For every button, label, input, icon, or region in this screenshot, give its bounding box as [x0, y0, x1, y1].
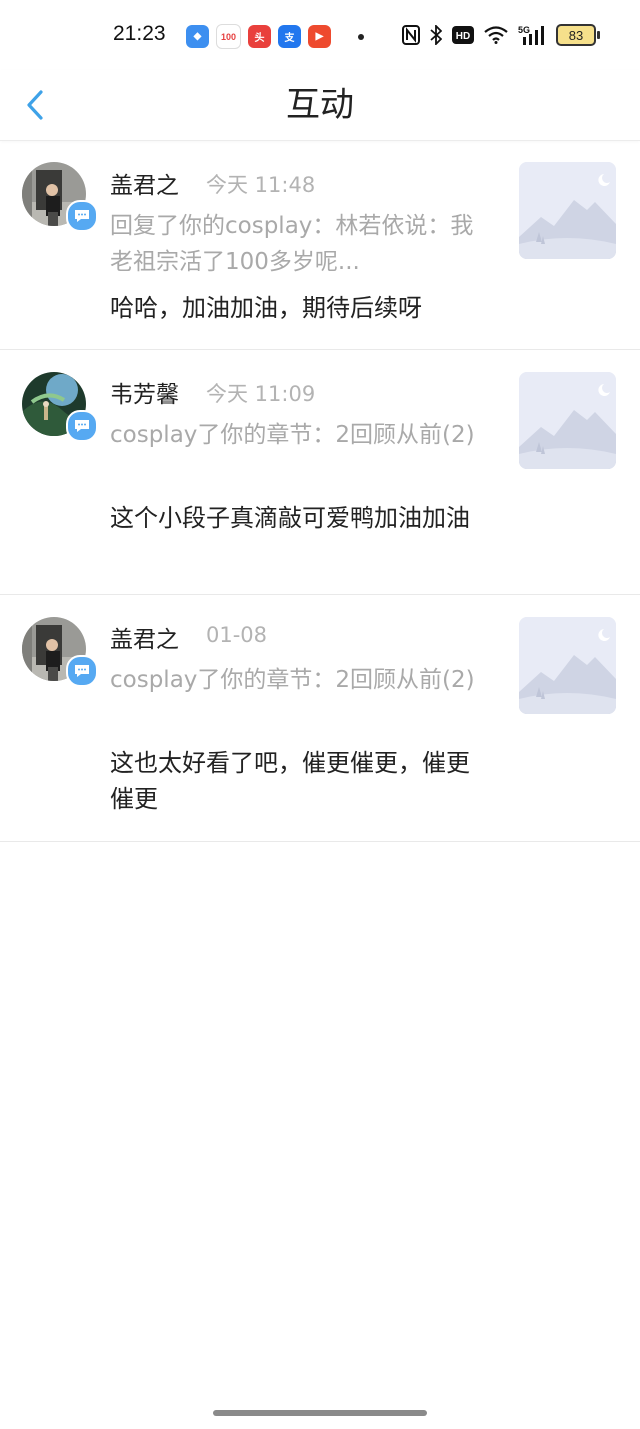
- timestamp: 01-08: [206, 623, 268, 647]
- app-notification-icon: ▶: [308, 25, 331, 48]
- comment-badge-icon: [66, 410, 98, 442]
- chapter-reference[interactable]: cosplay了你的章节：2回顾从前(2): [110, 662, 490, 698]
- app-notification-icon: 支: [278, 25, 301, 48]
- post-thumbnail[interactable]: [519, 617, 616, 714]
- user-name[interactable]: 韦芳馨: [110, 375, 179, 409]
- mountain-placeholder-icon: [519, 617, 616, 714]
- notification-icons: ◆ 100 头 支 ▶: [186, 24, 364, 49]
- battery-indicator: 83: [556, 24, 600, 46]
- bluetooth-icon: [430, 24, 442, 46]
- reply-reference[interactable]: 回复了你的cosplay：林若依说：我老祖宗活了100多岁呢...: [110, 208, 490, 280]
- interaction-item[interactable]: 盖君之 今天 11:48 回复了你的cosplay：林若依说：我老祖宗活了100…: [0, 141, 640, 350]
- chapter-reference[interactable]: cosplay了你的章节：2回顾从前(2): [110, 417, 490, 453]
- app-notification-icon: ◆: [186, 25, 209, 48]
- status-bar: 21:23 ◆ 100 头 支 ▶ HD 5G 83: [0, 0, 640, 70]
- comment-badge-icon: [66, 655, 98, 687]
- comment-text: 这个小段子真滴敲可爱鸭加油加油: [110, 504, 470, 532]
- system-icons: HD 5G 83: [402, 24, 600, 46]
- nfc-icon: [402, 24, 420, 46]
- signal-5g-icon: 5G: [518, 24, 546, 46]
- interaction-item[interactable]: 盖君之 01-08 cosplay了你的章节：2回顾从前(2) 这也太好看了吧，…: [0, 595, 640, 842]
- post-thumbnail[interactable]: [519, 162, 616, 259]
- hd-icon: HD: [452, 24, 474, 46]
- comment-text: 哈哈，加油加油，期待后续呀: [110, 294, 422, 322]
- interaction-item[interactable]: 韦芳馨 今天 11:09 cosplay了你的章节：2回顾从前(2) 这个小段子…: [0, 350, 640, 595]
- comment-text: 这也太好看了吧，催更催更，催更催更: [110, 749, 470, 813]
- more-notifications-icon: [358, 33, 364, 40]
- user-name[interactable]: 盖君之: [110, 620, 179, 654]
- app-notification-icon: 100: [216, 24, 241, 49]
- post-thumbnail[interactable]: [519, 372, 616, 469]
- svg-text:HD: HD: [456, 31, 470, 42]
- page-header: 互动: [0, 70, 640, 141]
- svg-text:5G: 5G: [518, 25, 530, 35]
- interaction-list: 盖君之 今天 11:48 回复了你的cosplay：林若依说：我老祖宗活了100…: [0, 141, 640, 842]
- timestamp: 今天 11:48: [206, 173, 316, 197]
- wifi-icon: [484, 24, 508, 46]
- timestamp: 今天 11:09: [206, 382, 316, 406]
- page-title: 互动: [286, 85, 354, 125]
- status-time: 21:23: [113, 22, 166, 45]
- home-indicator[interactable]: [213, 1410, 427, 1416]
- mountain-placeholder-icon: [519, 372, 616, 469]
- mountain-placeholder-icon: [519, 162, 616, 259]
- user-name[interactable]: 盖君之: [110, 166, 179, 200]
- comment-badge-icon: [66, 200, 98, 232]
- app-notification-icon: 头: [248, 25, 271, 48]
